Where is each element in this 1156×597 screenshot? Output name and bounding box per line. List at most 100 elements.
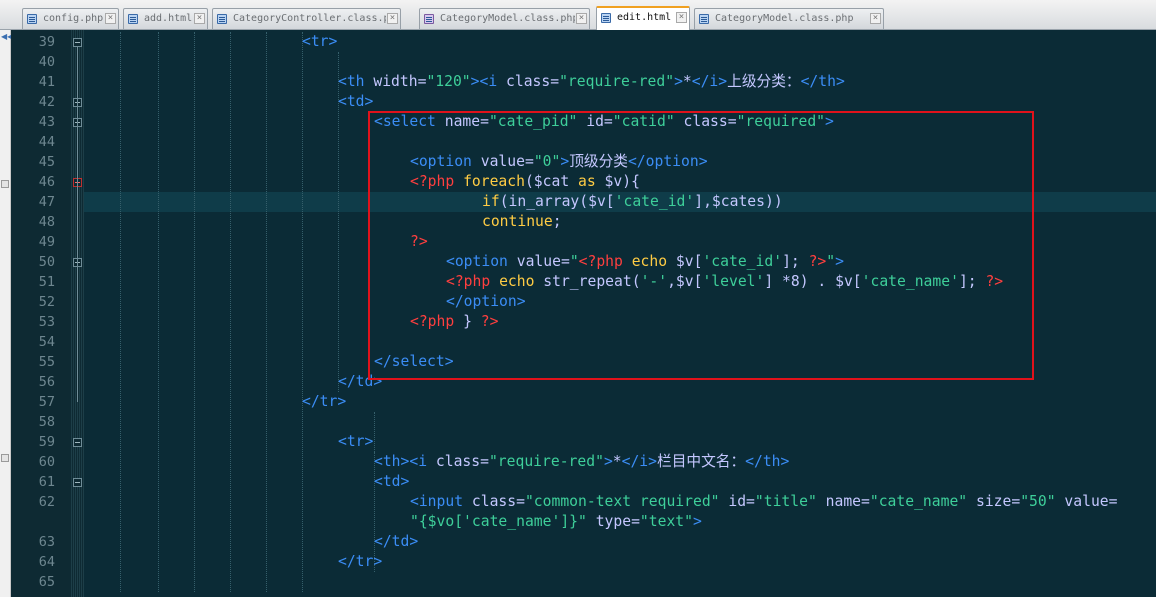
code-token: "require-red" [488, 453, 604, 470]
code-token: " [826, 253, 836, 270]
code-token: ] *8) . $v[ [764, 273, 862, 290]
close-icon[interactable]: × [870, 13, 881, 24]
code-line[interactable]: <?php foreach($cat as $v){ [410, 172, 640, 192]
html-file-icon [601, 13, 611, 23]
scroll-marker-icon[interactable] [1, 180, 9, 188]
fold-toggle-icon[interactable] [73, 38, 82, 47]
line-number: 62 [38, 494, 55, 510]
code-token: ?> [985, 273, 1004, 290]
code-token: 'cate_name' [861, 273, 959, 290]
code-token: <th [338, 73, 374, 90]
php-file-icon [699, 14, 709, 24]
code-token: id= [719, 493, 755, 510]
tab-add-html[interactable]: add.html × [123, 8, 208, 29]
close-icon[interactable]: × [576, 13, 587, 24]
line-number: 58 [38, 414, 55, 430]
code-line[interactable]: <td> [374, 472, 409, 492]
code-token: <?php [410, 173, 464, 190]
code-token: " [569, 253, 579, 270]
code-line[interactable]: <tr> [338, 432, 373, 452]
tab-config-php[interactable]: config.php × [22, 8, 119, 29]
code-token: ><i [470, 73, 507, 90]
close-icon[interactable]: × [387, 13, 398, 24]
tab-label: CategoryController.class.php [233, 13, 386, 24]
close-icon[interactable]: × [105, 13, 116, 24]
code-token: </td> [338, 373, 383, 390]
code-line[interactable]: <th><i class="require-red">*</i>栏目中文名：</… [374, 452, 789, 472]
line-number: 59 [38, 434, 55, 450]
code-token: ]; [958, 273, 986, 290]
code-line[interactable]: <?php } ?> [410, 312, 498, 332]
code-line[interactable]: <td> [338, 92, 373, 112]
code-line[interactable]: <th width="120"><i class="require-red">*… [338, 72, 845, 92]
line-number: 65 [38, 574, 55, 590]
code-token: class= [674, 113, 737, 130]
code-token: </tr> [338, 553, 383, 570]
code-line[interactable]: <select name="cate_pid" id="catid" class… [374, 112, 834, 132]
code-line[interactable]: <input class="common-text required" id="… [410, 492, 1117, 512]
code-line[interactable]: </tr> [338, 552, 382, 572]
line-number: 46 [38, 174, 55, 190]
code-token: <?php [578, 253, 632, 270]
code-token: </td> [374, 533, 419, 550]
code-token: } [463, 313, 481, 330]
code-line[interactable]: <tr> [302, 32, 337, 52]
code-line[interactable]: "{$vo['cate_name']}" type="text"> [410, 512, 702, 532]
line-number: 60 [38, 454, 55, 470]
php-file-icon [27, 14, 37, 24]
code-token: </option> [446, 293, 526, 310]
code-token: <td> [374, 473, 410, 490]
fold-toggle-icon[interactable] [73, 478, 82, 487]
code-token: "120" [426, 73, 471, 90]
line-number: 61 [38, 474, 55, 490]
code-token: </i> [691, 73, 728, 90]
code-token: width= [373, 73, 427, 90]
code-token: <option [410, 153, 481, 170]
code-line[interactable]: </tr> [302, 392, 346, 412]
code-token: $v[ [667, 253, 703, 270]
code-editor[interactable]: <tr> <th width="120"><i class="require-re… [84, 30, 1156, 597]
line-number-gutter: 39 40 41 42 43 44 45 46 47 48 49 50 51 52 53 54 55 56 57 58… [11, 30, 71, 597]
line-number: 49 [38, 234, 55, 250]
tab-edit-html[interactable]: edit.html × [596, 6, 690, 30]
fold-toggle-icon[interactable] [73, 438, 82, 447]
code-line[interactable]: continue; [482, 212, 562, 232]
line-number: 52 [38, 294, 55, 310]
code-line[interactable]: <option value="0">顶级分类</option> [410, 152, 708, 172]
code-token: echo [499, 273, 535, 290]
code-token: "cate_pid" [488, 113, 578, 130]
line-number: 48 [38, 214, 55, 230]
code-token: <td> [338, 93, 374, 110]
close-icon[interactable]: × [194, 13, 205, 24]
line-number: 41 [38, 74, 55, 90]
code-token: name= [444, 113, 489, 130]
code-token: ,$v[ [667, 273, 703, 290]
code-line[interactable]: </option> [446, 292, 526, 312]
code-line[interactable]: if(in_array($v['cate_id'],$cates)) [482, 192, 783, 212]
code-token: </tr> [302, 393, 347, 410]
code-line[interactable]: </select> [374, 352, 454, 372]
scroll-marker-icon[interactable] [1, 454, 9, 462]
code-line[interactable]: <option value="<?php echo $v['cate_id'];… [446, 252, 844, 272]
tab-categorycontroller-class-php[interactable]: CategoryController.class.php × [212, 8, 401, 29]
code-token: > [835, 253, 844, 270]
line-number: 50 [38, 254, 55, 270]
tab-categorymodel-class-php[interactable]: CategoryModel.class.php × [694, 8, 884, 29]
code-token: value= [480, 153, 534, 170]
code-line[interactable]: ?> [410, 232, 428, 252]
code-line[interactable]: <?php echo str_repeat('-',$v['level'] *8… [446, 272, 1003, 292]
code-token: </th> [745, 453, 790, 470]
line-number: 57 [38, 394, 55, 410]
code-token: 'cate_id' [702, 253, 783, 270]
close-icon[interactable]: × [676, 12, 687, 23]
code-token: class= [435, 453, 489, 470]
tab-categorymodel-class-php[interactable]: CategoryModel.class.php × [419, 8, 590, 29]
tab-bar: config.php × add.html × CategoryController.c… [0, 0, 1156, 30]
code-line[interactable]: </td> [338, 372, 382, 392]
code-line[interactable]: </td> [374, 532, 418, 552]
code-token: 'level' [702, 273, 765, 290]
indent-guide [302, 32, 303, 592]
code-token: ?> [808, 253, 827, 270]
code-token: > [692, 513, 702, 530]
code-token: </select> [374, 353, 454, 370]
